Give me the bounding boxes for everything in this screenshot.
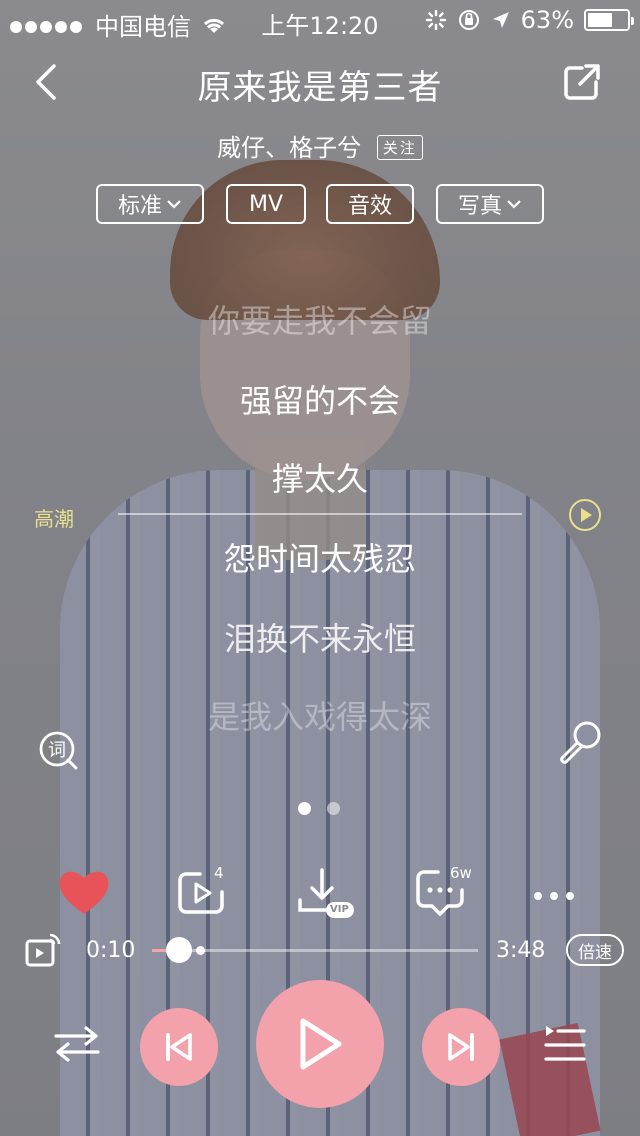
download-button[interactable]: VIP [292, 864, 358, 924]
play-icon [300, 1018, 342, 1070]
chip-label: 标准 [117, 194, 162, 219]
location-icon [492, 12, 509, 28]
heart-icon[interactable] [54, 862, 114, 922]
progress-row: 0:10 3:48 倍速 [0, 930, 640, 970]
lyric-line: 泪换不来永恒 [223, 620, 416, 658]
lyric-line: 撑太久 [271, 460, 368, 498]
download-icon [298, 868, 354, 918]
share-count-badge: 4 [214, 864, 224, 882]
chevron-down-icon [507, 200, 521, 209]
chip-label: 音效 [347, 194, 392, 219]
artist-name[interactable]: 威仔、格子兮 [217, 134, 361, 162]
photos-select-button[interactable]: 写真 [436, 184, 544, 224]
sound-effects-button[interactable]: 音效 [326, 184, 414, 224]
cast-icon[interactable] [24, 932, 62, 968]
quality-select-button[interactable]: 标准 [96, 184, 204, 224]
playback-controls [0, 980, 640, 1110]
action-bar: 4 VIP 6w [0, 862, 640, 926]
svg-text:词: 词 [48, 740, 66, 761]
follow-button[interactable]: 关注 [376, 134, 423, 160]
share-icon[interactable] [562, 62, 602, 102]
orientation-lock-icon [458, 10, 479, 30]
battery-percent: 63% [520, 6, 574, 34]
lyrics-search-icon[interactable]: 词 [38, 730, 78, 770]
lyric-line: 强留的不会 [239, 382, 400, 420]
total-duration: 3:48 [496, 938, 546, 963]
skip-forward-icon [448, 1033, 474, 1061]
chevron-down-icon [167, 200, 181, 209]
battery-icon [584, 9, 634, 31]
climax-label: 高潮 [34, 507, 74, 531]
lyric-line: 你要走我不会留 [207, 302, 432, 340]
buffer-marker [196, 946, 205, 955]
climax-marker-line [118, 513, 522, 515]
progress-played [152, 949, 166, 952]
mv-button[interactable]: MV [226, 184, 306, 224]
previous-button[interactable] [140, 1008, 218, 1086]
progress-slider[interactable] [152, 937, 478, 963]
play-button[interactable] [256, 980, 384, 1108]
skip-back-icon [166, 1033, 192, 1061]
status-bar: 中国电信 上午12:20 63% [0, 0, 640, 41]
microphone-icon[interactable] [556, 718, 604, 766]
page-dot-active [298, 802, 311, 815]
comment-count-badge: 6w [450, 864, 472, 882]
vip-badge: VIP [330, 904, 349, 915]
share-count-button[interactable]: 4 [172, 864, 232, 924]
current-time: 0:10 [86, 938, 136, 963]
playback-speed-button[interactable]: 倍速 [566, 934, 624, 966]
comments-button[interactable]: 6w [412, 864, 472, 924]
chip-label: 写真 [457, 194, 502, 219]
back-icon[interactable] [30, 62, 70, 102]
progress-handle[interactable] [166, 937, 192, 963]
loading-icon [425, 9, 446, 31]
song-title: 原来我是第三者 [197, 68, 443, 108]
artist-row: 威仔、格子兮 关注 [0, 128, 640, 163]
lyric-line: 怨时间太残忍 [223, 540, 416, 578]
page-dot [327, 802, 340, 815]
page-indicator [298, 802, 340, 815]
chip-label: MV [248, 191, 284, 217]
more-icon[interactable] [528, 864, 588, 924]
shuffle-icon[interactable] [54, 1024, 100, 1064]
next-button[interactable] [422, 1008, 500, 1086]
playlist-icon[interactable] [542, 1024, 586, 1066]
play-climax-icon[interactable] [568, 498, 602, 532]
lyric-line: 是我入戏得太深 [207, 698, 432, 736]
